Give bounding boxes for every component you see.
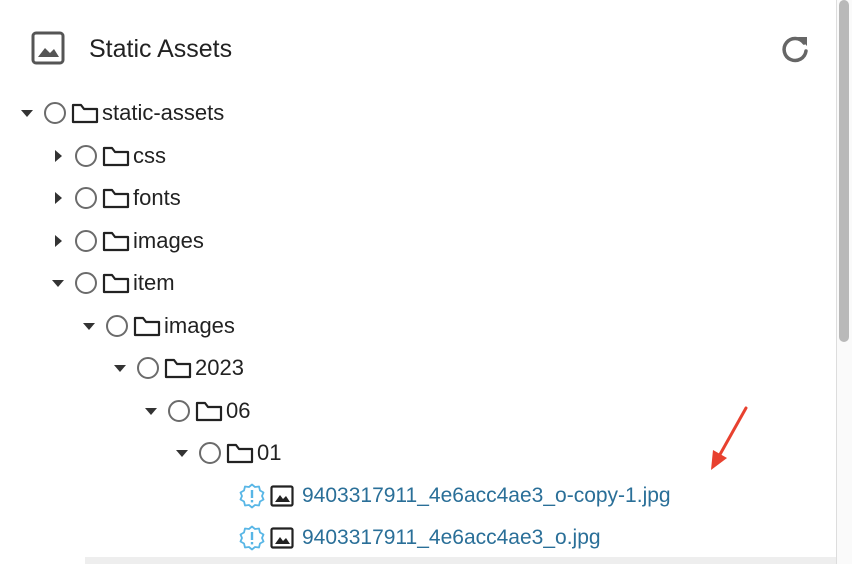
folder-label[interactable]: images xyxy=(164,312,235,340)
folder-icon xyxy=(71,102,99,124)
tree-folder-row[interactable]: images xyxy=(49,220,204,262)
folder-label[interactable]: fonts xyxy=(133,184,181,212)
folder-label[interactable]: item xyxy=(133,269,175,297)
caret-down-icon[interactable] xyxy=(18,104,36,122)
folder-icon xyxy=(133,315,161,337)
file-link[interactable]: 9403317911_4e6acc4ae3_o.jpg xyxy=(302,524,601,552)
select-radio[interactable] xyxy=(44,102,66,124)
folder-icon xyxy=(102,187,130,209)
select-radio[interactable] xyxy=(199,442,221,464)
tree-folder-row[interactable]: 01 xyxy=(173,432,281,474)
select-radio[interactable] xyxy=(168,399,190,422)
caret-down-icon[interactable] xyxy=(173,444,191,462)
folder-label[interactable]: 01 xyxy=(257,439,281,467)
folder-label[interactable]: css xyxy=(133,142,166,170)
folder-icon xyxy=(164,357,192,379)
folder-label[interactable]: images xyxy=(133,227,204,255)
select-radio[interactable] xyxy=(75,229,97,252)
vertical-scrollbar[interactable] xyxy=(836,0,852,564)
folder-label[interactable]: static-assets xyxy=(102,99,224,127)
folder-icon xyxy=(102,145,130,167)
folder-icon xyxy=(195,400,223,422)
caret-down-icon[interactable] xyxy=(111,359,129,377)
warning-badge-icon xyxy=(239,483,265,509)
caret-right-icon[interactable] xyxy=(49,189,67,207)
refresh-button[interactable] xyxy=(778,32,812,66)
caret-right-icon[interactable] xyxy=(49,147,67,165)
select-radio[interactable] xyxy=(106,314,128,337)
image-file-icon xyxy=(270,527,294,549)
annotation-arrow xyxy=(711,406,748,470)
folder-label[interactable]: 06 xyxy=(226,397,250,425)
tree-file-row[interactable]: 9403317911_4e6acc4ae3_o-copy-1.jpg xyxy=(239,475,671,517)
file-link[interactable]: 9403317911_4e6acc4ae3_o-copy-1.jpg xyxy=(302,482,671,510)
caret-down-icon[interactable] xyxy=(49,274,67,292)
select-radio[interactable] xyxy=(75,187,97,209)
tree-folder-row[interactable]: css xyxy=(49,135,166,177)
folder-label[interactable]: 2023 xyxy=(195,354,244,382)
caret-down-icon[interactable] xyxy=(142,402,160,420)
tree-folder-row[interactable]: 06 xyxy=(142,390,250,432)
folder-icon xyxy=(102,230,130,252)
scrollbar-thumb[interactable] xyxy=(839,0,849,342)
warning-badge-icon xyxy=(239,525,265,551)
panel-title: Static Assets xyxy=(89,35,233,63)
select-radio[interactable] xyxy=(75,272,97,294)
folder-icon xyxy=(226,442,254,464)
select-radio[interactable] xyxy=(75,144,97,167)
refresh-icon xyxy=(782,36,808,63)
tree-folder-row[interactable]: images xyxy=(80,305,235,347)
static-assets-panel: Static Assets static-assets css fonts image… xyxy=(0,0,860,564)
tree-folder-row[interactable]: item xyxy=(49,262,175,304)
caret-down-icon[interactable] xyxy=(80,317,98,335)
horizontal-scrollbar[interactable] xyxy=(85,557,836,564)
image-file-icon xyxy=(270,484,294,507)
tree-file-row[interactable]: 9403317911_4e6acc4ae3_o.jpg xyxy=(239,517,601,559)
folder-icon xyxy=(102,272,130,294)
select-radio[interactable] xyxy=(137,357,159,379)
tree-folder-row[interactable]: 2023 xyxy=(111,347,244,389)
caret-right-icon[interactable] xyxy=(49,232,67,250)
image-icon xyxy=(31,31,65,65)
tree-folder-row[interactable]: static-assets xyxy=(18,92,224,134)
tree-folder-row[interactable]: fonts xyxy=(49,177,181,219)
panel-header: Static Assets xyxy=(0,0,836,96)
